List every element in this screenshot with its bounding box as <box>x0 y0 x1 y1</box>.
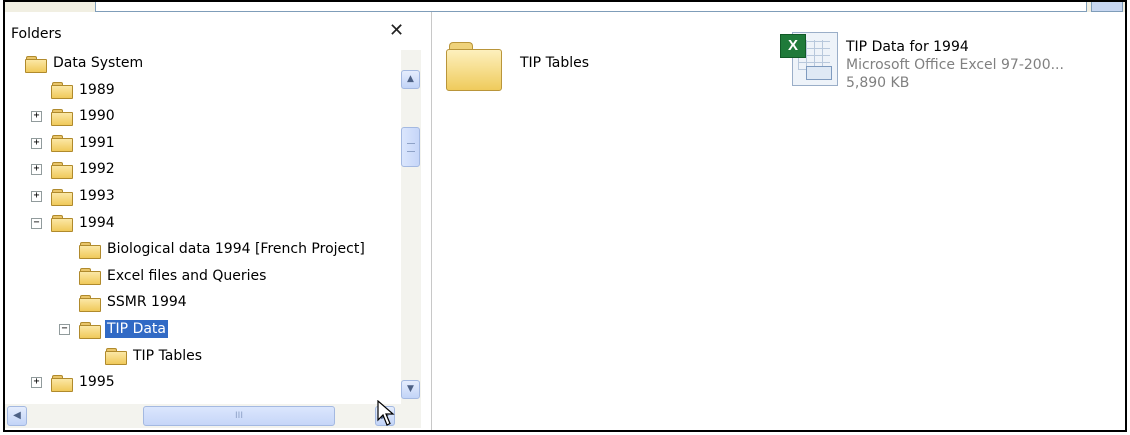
folder-icon <box>79 241 101 259</box>
tree-item-label: Data System <box>53 55 144 71</box>
folders-title: Folders <box>11 26 62 42</box>
item-size: 5,890 KB <box>846 75 910 91</box>
expand-icon[interactable]: + <box>31 111 42 123</box>
folder-icon <box>51 214 73 233</box>
mouse-cursor-icon <box>377 400 395 426</box>
tree-item-label: TIP Data <box>105 320 169 338</box>
tree-item[interactable]: 1989 <box>51 77 117 103</box>
tree-item-label: Excel files and Queries <box>107 267 267 284</box>
folder-icon <box>51 161 73 179</box>
tree-item-label: 1991 <box>79 134 115 151</box>
content-item-tip-data-1994[interactable]: X TIP Data for 1994 Microsoft Office Exc… <box>776 30 1064 92</box>
folder-icon <box>79 294 101 312</box>
explorer-window: Folders ✕ Data System 1989 +1990 +1991 +1992… <box>3 0 1127 432</box>
folders-pane: Folders ✕ Data System 1989 +1990 +1991 +1992… <box>5 12 432 430</box>
item-name: TIP Tables <box>520 55 590 71</box>
tree-item[interactable]: +1992 <box>31 156 117 182</box>
tree-item[interactable]: − 1994 <box>31 210 117 236</box>
tree-item-label: 1994 <box>79 214 115 231</box>
collapse-icon[interactable]: − <box>31 217 42 229</box>
folder-icon <box>79 267 101 286</box>
tree-item-label: 1992 <box>79 161 115 178</box>
horizontal-scrollbar[interactable]: ◀ III ▶ <box>5 404 401 428</box>
scroll-up-button[interactable]: ▲ <box>401 70 420 89</box>
tree-item-label: 1989 <box>79 81 115 98</box>
tree-item-label: 1993 <box>79 188 115 204</box>
tree-item[interactable]: Data System <box>25 50 145 76</box>
expand-icon[interactable]: + <box>31 377 42 389</box>
go-button[interactable] <box>1091 2 1123 12</box>
tree-item-label: 1995 <box>79 374 115 391</box>
expand-icon[interactable]: + <box>31 164 42 176</box>
folder-icon <box>446 40 504 91</box>
item-type: Microsoft Office Excel 97-200... <box>846 57 1064 73</box>
tree-item[interactable]: +1991 <box>31 130 117 156</box>
vertical-scroll-thumb[interactable] <box>401 127 420 167</box>
tree-item[interactable]: +1995 <box>31 369 117 395</box>
scroll-left-button[interactable]: ◀ <box>7 406 27 426</box>
folder-icon <box>51 81 73 100</box>
collapse-icon[interactable]: − <box>59 324 70 335</box>
tree-item[interactable]: Biological data 1994 [French Project] <box>79 236 367 262</box>
tree-item[interactable]: TIP Tables <box>105 343 204 369</box>
folder-icon <box>51 188 73 206</box>
item-text: TIP Tables <box>520 54 589 72</box>
tree-item[interactable]: +1990 <box>31 103 117 129</box>
tree-item[interactable]: SSMR 1994 <box>79 289 189 315</box>
expand-icon[interactable]: + <box>31 137 42 149</box>
folder-icon <box>51 134 73 153</box>
excel-logo-icon: X <box>780 34 806 58</box>
item-text: TIP Data for 1994 Microsoft Office Excel… <box>846 38 1064 92</box>
tree-item-label: TIP Tables <box>133 347 203 364</box>
scrollbar-corner <box>401 404 421 428</box>
excel-file-icon: X <box>776 30 840 86</box>
folder-icon <box>51 108 73 126</box>
folder-icon <box>79 321 101 339</box>
folder-icon <box>51 374 73 392</box>
folder-tree: Data System 1989 +1990 +1991 +1992 +1993−1994… <box>5 50 401 404</box>
folder-icon <box>105 347 127 366</box>
horizontal-scroll-thumb[interactable]: III <box>143 406 335 426</box>
tree-item[interactable]: Excel files and Queries <box>79 263 268 289</box>
address-field[interactable] <box>95 2 1087 12</box>
tree-item-label: Biological data 1994 [French Project] <box>107 241 365 258</box>
close-icon[interactable]: ✕ <box>389 22 404 40</box>
scroll-down-button[interactable]: ▼ <box>401 380 420 399</box>
folder-contents-pane: TIP Tables X TIP Data for 1994 Microsoft… <box>432 12 1125 430</box>
grip-icon <box>407 143 415 152</box>
tree-item-label: 1990 <box>79 108 115 125</box>
tree-item[interactable]: +1993 <box>31 183 117 209</box>
vertical-scrollbar[interactable]: ▲ ▼ <box>401 50 421 404</box>
tree-item-label: SSMR 1994 <box>107 294 187 311</box>
item-name: TIP Data for 1994 <box>846 39 969 55</box>
tree-item[interactable]: − TIP Data <box>59 316 169 342</box>
expand-icon[interactable]: + <box>31 191 42 202</box>
folder-icon <box>25 55 47 73</box>
folders-header: Folders ✕ <box>5 12 431 50</box>
content-item-tip-tables[interactable]: TIP Tables <box>446 40 589 91</box>
